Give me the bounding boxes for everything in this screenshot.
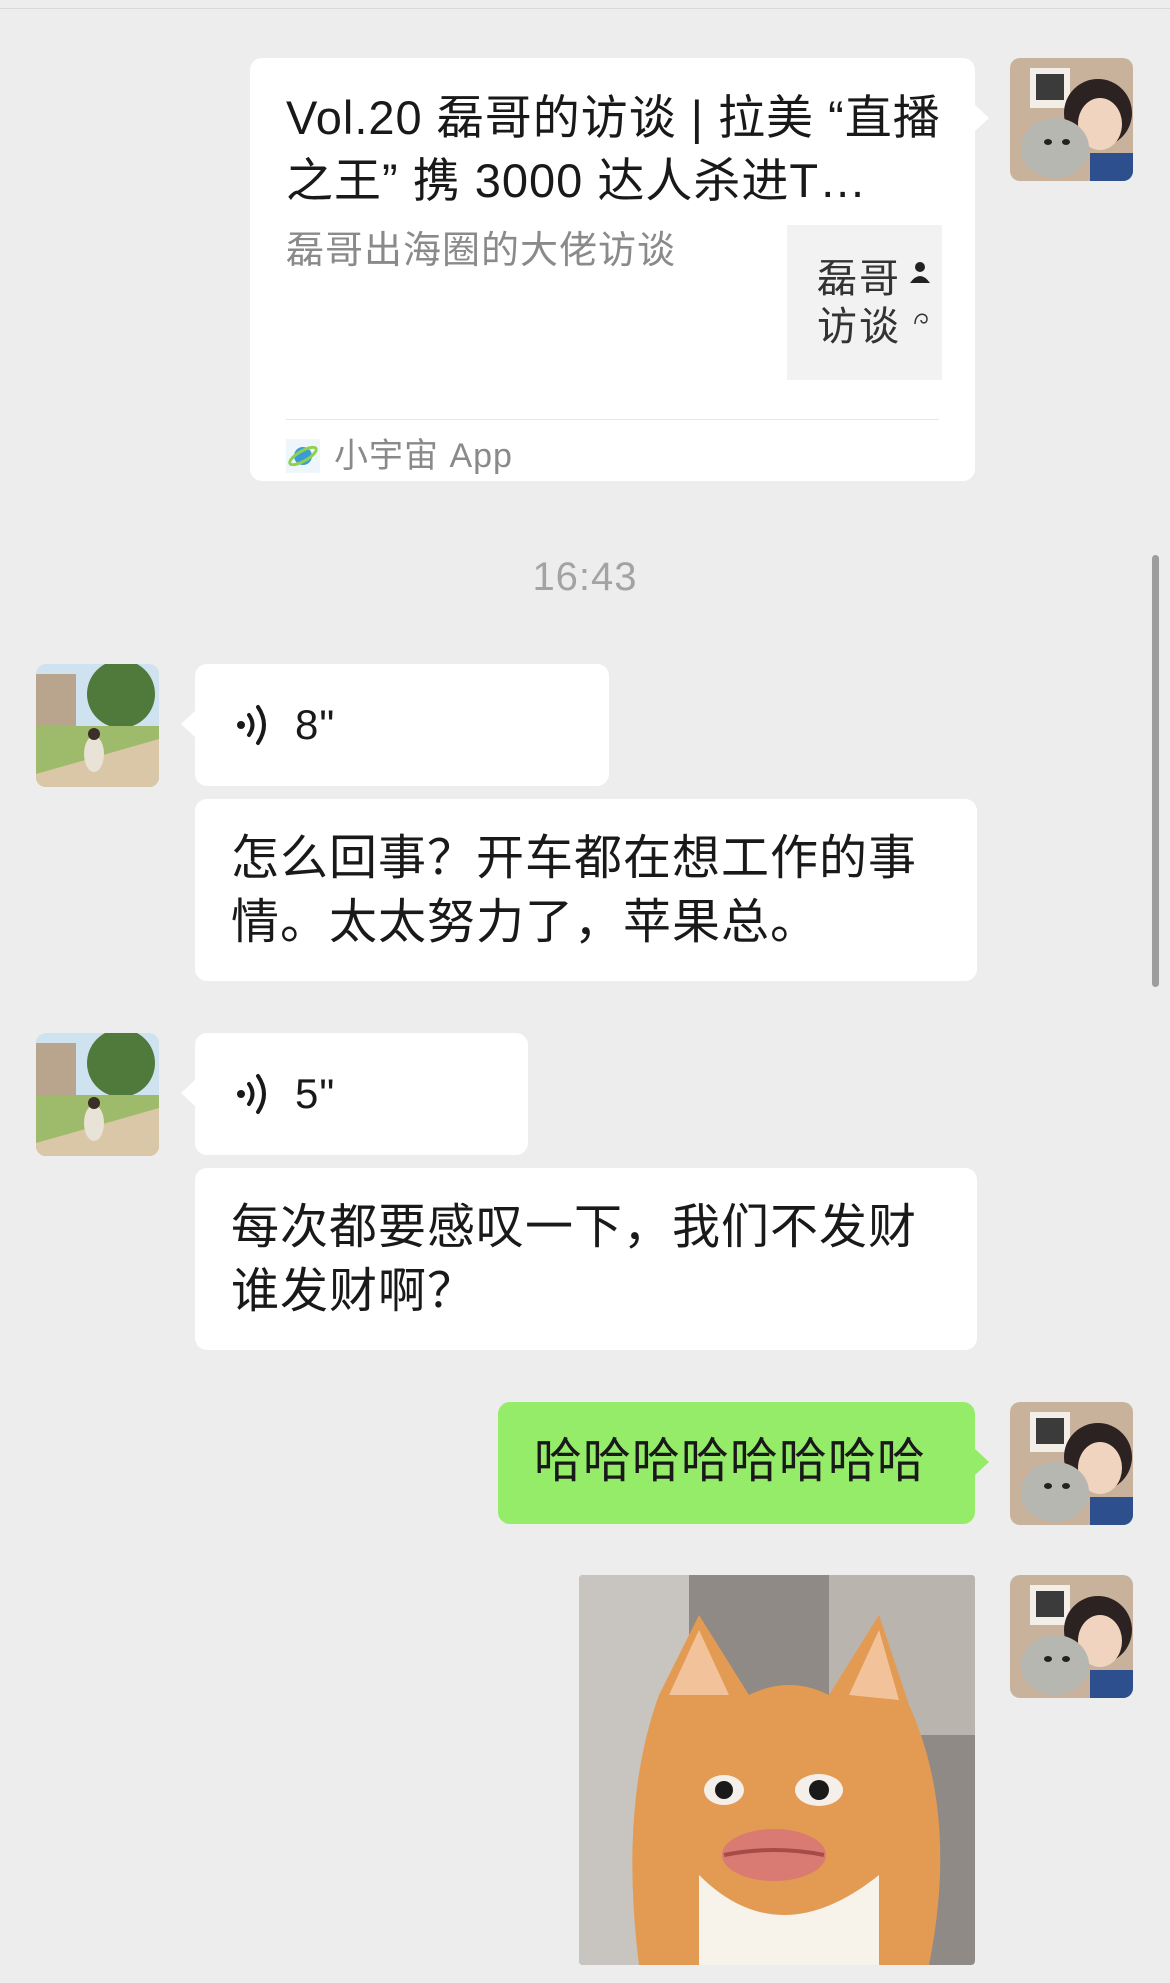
cat-sticker[interactable] — [579, 1575, 975, 1965]
voice-wave-icon — [237, 1074, 266, 1114]
thumbnail-line-1: 磊哥 — [817, 256, 901, 302]
friend-avatar[interactable] — [36, 1033, 159, 1156]
thumbnail-text: 磊哥 访谈 — [817, 255, 917, 351]
my-avatar[interactable] — [1010, 1402, 1133, 1525]
friend-avatar[interactable] — [36, 664, 159, 787]
top-divider — [0, 8, 1170, 9]
avatar-image — [1010, 1575, 1133, 1698]
message-text: 哈哈哈哈哈哈哈哈 — [534, 1435, 927, 1488]
voice-message[interactable]: 5" — [181, 1033, 528, 1155]
planet-icon — [286, 439, 320, 473]
avatar-image — [1010, 58, 1133, 181]
voice-duration: 8" — [295, 701, 336, 748]
text-message[interactable]: 怎么回事？开车都在想工作的事情。太太努力了，苹果总。 — [195, 799, 977, 981]
my-avatar[interactable] — [1010, 1575, 1133, 1698]
swirl-mark-icon — [914, 313, 928, 325]
my-avatar[interactable] — [1010, 58, 1133, 181]
avatar-image — [1010, 1402, 1133, 1525]
avatar-image — [36, 1033, 159, 1156]
link-card-title: Vol.20 磊哥的访谈 | 拉美 “直播之王” 携 3000 达人杀进T… — [286, 91, 941, 207]
thumbnail-line-2: 访谈 — [817, 304, 901, 350]
text-message[interactable]: 每次都要感叹一下，我们不发财谁发财啊？ — [195, 1168, 977, 1350]
cat-sticker-image — [579, 1575, 975, 1965]
chat-screen: Vol.20 磊哥的访谈 | 拉美 “直播之王” 携 3000 达人杀进T… 磊… — [0, 0, 1170, 1983]
person-icon — [910, 262, 930, 283]
link-card-description: 磊哥出海圈的大佬访谈 — [286, 230, 677, 272]
timestamp: 16:43 — [532, 555, 638, 599]
message-text: 怎么回事？开车都在想工作的事情。太太努力了，苹果总。 — [231, 832, 918, 949]
avatar-image — [36, 664, 159, 787]
sent-text-message[interactable]: 哈哈哈哈哈哈哈哈 — [498, 1402, 989, 1524]
voice-message-content: 5" — [195, 1033, 528, 1155]
message-text: 每次都要感叹一下，我们不发财谁发财啊？ — [231, 1201, 918, 1318]
voice-wave-icon — [237, 705, 266, 745]
link-card-source: 小宇宙 App — [286, 431, 513, 481]
voice-duration: 5" — [295, 1070, 336, 1117]
voice-message[interactable]: 8" — [181, 664, 609, 786]
link-card-divider — [286, 419, 939, 420]
link-card[interactable]: Vol.20 磊哥的访谈 | 拉美 “直播之王” 携 3000 达人杀进T… 磊… — [250, 58, 989, 481]
link-card-source-label: 小宇宙 App — [334, 437, 513, 475]
voice-message-content: 8" — [195, 664, 609, 786]
scrollbar[interactable] — [1152, 555, 1159, 987]
link-card-thumbnail: 磊哥 访谈 — [787, 225, 942, 380]
